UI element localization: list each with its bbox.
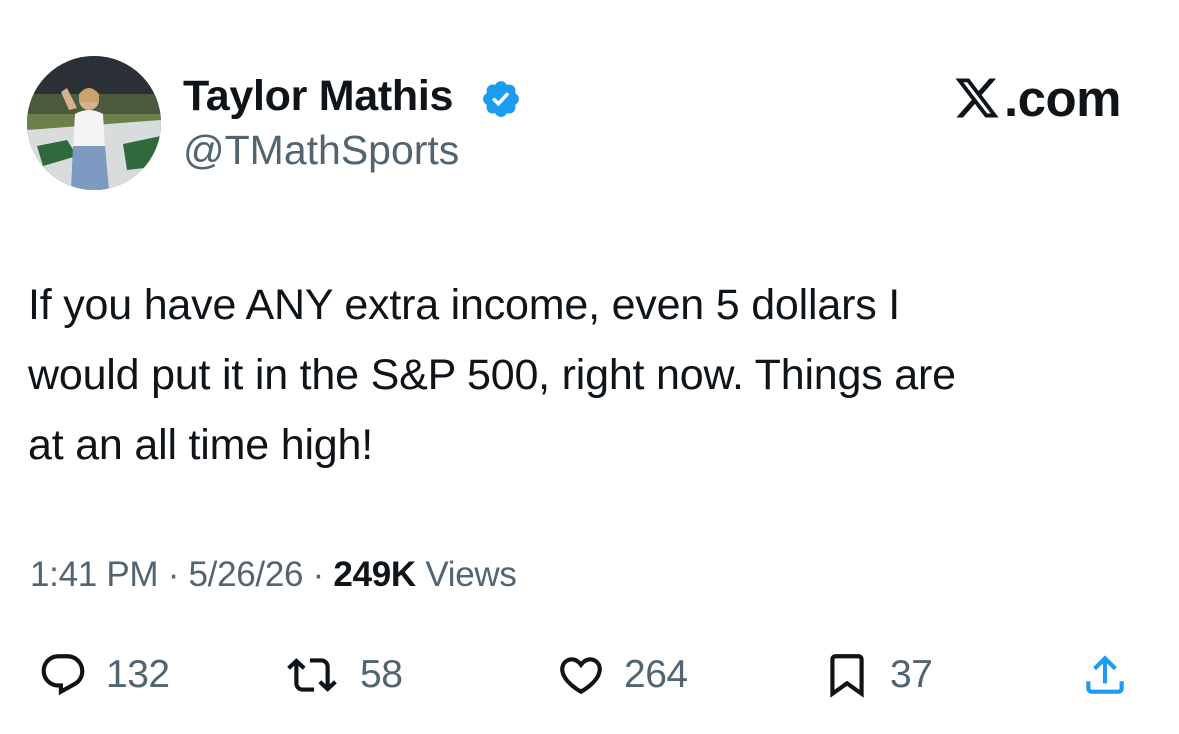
share-button[interactable] <box>1080 645 1130 705</box>
tweet-time[interactable]: 1:41 PM <box>30 555 159 594</box>
bookmark-icon <box>830 654 864 698</box>
share-icon <box>1086 655 1124 694</box>
views-label: Views <box>425 555 517 594</box>
display-name[interactable]: Taylor Mathis <box>183 70 453 122</box>
avatar-image <box>27 56 161 190</box>
avatar[interactable] <box>27 56 161 190</box>
repost-button[interactable]: 58 <box>282 645 403 705</box>
brand-suffix: .com <box>1003 69 1122 127</box>
meta-separator: · <box>312 555 325 594</box>
bookmark-count: 37 <box>890 653 933 696</box>
bookmark-button[interactable]: 37 <box>822 645 933 705</box>
tweet-date[interactable]: 5/26/26 <box>188 555 303 594</box>
views-count[interactable]: 249K <box>333 555 416 594</box>
heart-icon <box>560 657 602 695</box>
reply-button[interactable]: 132 <box>38 645 170 705</box>
verified-badge-icon <box>483 81 519 117</box>
tweet-text: If you have ANY extra income, even 5 dol… <box>28 281 956 469</box>
like-count: 264 <box>624 653 688 696</box>
x-logo-icon <box>955 78 999 118</box>
brand-watermark: .com <box>952 69 1122 127</box>
user-handle[interactable]: @TMathSports <box>183 125 459 175</box>
meta-separator: · <box>167 555 180 594</box>
repost-icon <box>287 658 337 692</box>
reply-count: 132 <box>106 653 170 696</box>
like-button[interactable]: 264 <box>556 645 688 705</box>
tweet-meta: 1:41 PM · 5/26/26 · 249K Views <box>30 552 517 598</box>
repost-count: 58 <box>360 653 403 696</box>
reply-icon <box>41 654 85 696</box>
